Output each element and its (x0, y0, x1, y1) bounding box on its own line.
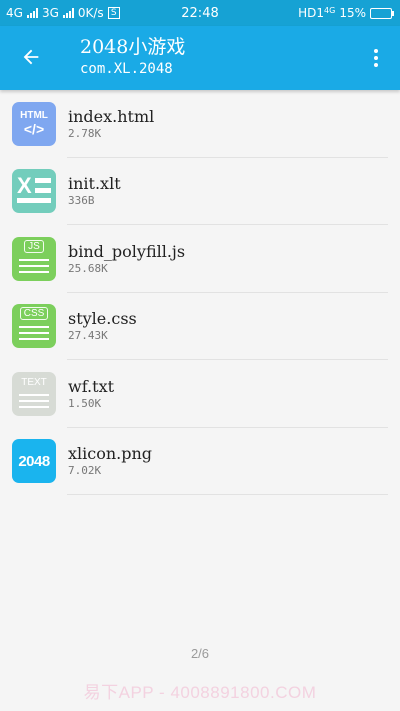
title-block: 2048小游戏 com.XL.2048 (80, 35, 185, 79)
file-row[interactable]: TEXT wf.txt 1.50K (0, 360, 400, 428)
back-button[interactable] (14, 40, 48, 74)
battery-icon (370, 7, 394, 19)
file-row[interactable]: JS bind_polyfill.js 25.68K (0, 225, 400, 293)
xlt-icon-label: X (17, 173, 32, 199)
file-name: style.css (68, 309, 137, 329)
battery-percent: 15% (339, 6, 366, 20)
js-file-icon: JS (12, 236, 56, 281)
text-file-icon: TEXT (12, 371, 56, 416)
status-left: 4G 3G 0K/s S (6, 6, 120, 20)
hd-text: HD1 (298, 6, 325, 20)
css-icon-label: CSS (19, 307, 49, 321)
file-size: 336B (68, 194, 95, 208)
xlt-file-icon: X (12, 169, 56, 214)
more-options-button[interactable] (364, 44, 388, 72)
file-row[interactable]: CSS style.css 27.43K (0, 293, 400, 361)
file-name: bind_polyfill.js (68, 241, 186, 261)
file-row[interactable]: 2048 xlicon.png 7.02K (0, 428, 400, 496)
more-vert-icon (374, 49, 378, 53)
app-title: 2048小游戏 (80, 36, 186, 58)
file-list: HTML </> index.html 2.78K X init.xlt 336… (0, 90, 400, 495)
file-size: 1.50K (68, 396, 102, 410)
js-icon-label: JS (24, 239, 44, 253)
html-icon-code: </> (23, 121, 45, 138)
html-icon-label: HTML (20, 110, 48, 122)
png-icon-label: 2048 (18, 452, 50, 470)
file-size: 7.02K (68, 464, 102, 478)
signal-icon (62, 8, 74, 18)
page-indicator: 2/6 (190, 646, 210, 661)
css-file-icon: CSS (12, 304, 56, 349)
app-subtitle: com.XL.2048 (80, 61, 173, 77)
file-size: 25.68K (68, 261, 108, 275)
file-name: index.html (68, 106, 155, 126)
png-file-icon: 2048 (12, 439, 56, 484)
file-name: wf.txt (68, 376, 115, 396)
file-size: 2.78K (68, 126, 102, 140)
file-name: init.xlt (68, 174, 121, 194)
signal-icon (26, 8, 38, 18)
html-file-icon: HTML </> (12, 101, 56, 146)
status-right: HD14G 15% (298, 6, 394, 20)
notification-s-icon: S (107, 7, 120, 19)
arrow-back-icon (23, 49, 39, 65)
text-icon-label: TEXT (21, 376, 47, 388)
app-bar: 2048小游戏 com.XL.2048 (0, 26, 400, 90)
network-label-2: 3G (41, 6, 59, 20)
file-row[interactable]: X init.xlt 336B (0, 158, 400, 226)
network-speed: 0K/s (77, 6, 104, 20)
file-name: xlicon.png (68, 444, 153, 464)
file-size: 27.43K (68, 329, 108, 343)
watermark: 易下APP - 4008891800.COM (83, 683, 317, 702)
status-bar: 4G 3G 0K/s S 22:48 HD14G 15% (0, 0, 400, 26)
net-small: 4G (324, 6, 336, 15)
file-row[interactable]: HTML </> index.html 2.78K (0, 90, 400, 158)
network-label-1: 4G (6, 6, 23, 20)
hd-label: HD14G (298, 6, 335, 20)
